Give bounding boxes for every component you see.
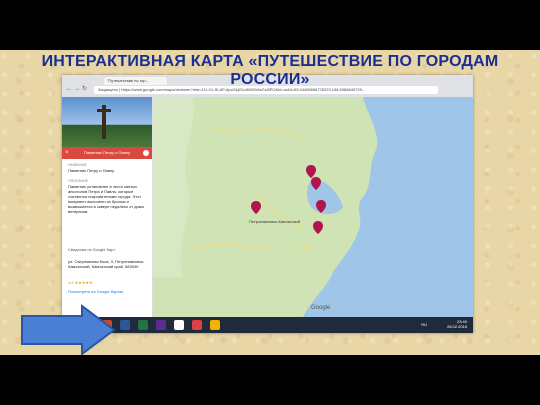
google-maps-link[interactable]: Посмотреть на Google Картах [68,289,123,294]
app-icon[interactable] [156,320,166,330]
right-arrow-icon[interactable] [20,304,116,355]
place-address: ул. Озерновская Коса, 3, Петропавловск-К… [68,259,145,269]
place-title: Памятник Петру и Павлу [83,150,131,155]
city-label: Петропавловск-Камчатский [249,219,300,224]
yandex-browser-icon[interactable] [174,320,184,330]
next-slide-arrow[interactable] [21,304,116,355]
place-panel: × Памятник Петру и Павлу НАЗВАНИЕ Памятн… [62,97,153,317]
place-header: × Памятник Петру и Павлу [62,147,152,159]
slide-title: ИНТЕРАКТИВНАЯ КАРТА «ПУТЕШЕСТВИЕ ПО ГОРО… [41,53,499,88]
map-marker-icon[interactable] [306,165,316,178]
map-marker-icon[interactable] [313,221,323,234]
map-marker-icon[interactable] [251,201,261,214]
map-view[interactable]: Петропавловск-Камчатский Google [153,97,473,317]
roads [192,126,314,251]
excel-icon[interactable] [138,320,148,330]
app-icon[interactable] [192,320,202,330]
directions-icon[interactable] [143,150,149,156]
valley [153,97,194,277]
description-label: ОПИСАНИЕ [68,179,88,183]
word-icon[interactable] [120,320,130,330]
language-indicator: RU [421,322,427,327]
info-header: Сведения из Google Карт [68,247,116,252]
name-label: НАЗВАНИЕ [68,163,87,167]
description-value: Памятник установлен в честь святых апост… [68,184,144,214]
chrome-icon[interactable] [210,320,220,330]
place-photo [62,97,152,147]
close-icon[interactable]: × [65,147,69,159]
taskbar-clock: 23:40 28.02.2018 [447,319,467,329]
slide: ИНТЕРАКТИВНАЯ КАРТА «ПУТЕШЕСТВИЕ ПО ГОРО… [0,50,540,355]
embedded-screenshot: "Путешествие по гор... ← → ↻ Защищено | … [62,75,473,333]
name-value: Памятник Петру и Павлу [68,168,115,173]
map-canvas[interactable]: Петропавловск-Камчатский Google [153,97,473,317]
windows-taskbar: 23:40 28.02.2018 RU [62,317,473,333]
monument-cross [97,109,111,112]
place-rating: 4,6 ★★★★★ [68,280,93,285]
date: 28.02.2018 [446,324,467,329]
google-logo: Google [311,305,331,311]
